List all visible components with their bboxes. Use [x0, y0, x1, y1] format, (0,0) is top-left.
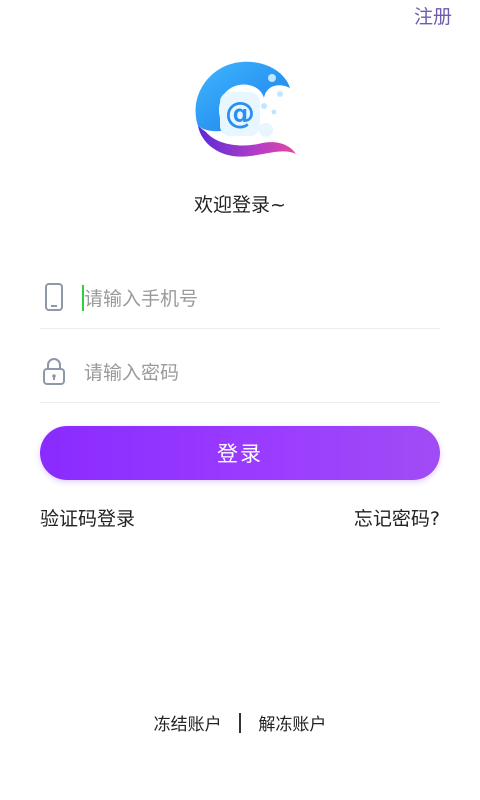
svg-text:@: @ — [225, 96, 255, 131]
footer-links: 冻结账户 解冻账户 — [0, 710, 480, 735]
register-link[interactable]: 注册 — [414, 2, 452, 29]
sms-login-link[interactable]: 验证码登录 — [40, 504, 135, 531]
phone-input[interactable] — [82, 280, 436, 318]
login-button[interactable]: 登录 — [40, 426, 440, 480]
app-logo-icon: @ — [195, 61, 296, 157]
freeze-account-link[interactable]: 冻结账户 — [154, 715, 222, 735]
text-caret — [82, 285, 84, 311]
phone-field — [40, 268, 440, 329]
lock-icon — [43, 358, 65, 385]
phone-icon — [45, 283, 63, 311]
forgot-password-link[interactable]: 忘记密码? — [354, 504, 440, 531]
unfreeze-account-link[interactable]: 解冻账户 — [258, 715, 326, 735]
password-field — [40, 342, 440, 403]
login-screen: 注册 @ 欢迎登录~ 请输入手机号 登录 验证码登录 忘记密码? 冻结账户 解冻… — [0, 0, 480, 800]
password-input[interactable] — [82, 354, 436, 392]
welcome-text: 欢迎登录~ — [194, 194, 286, 216]
divider — [239, 713, 241, 733]
